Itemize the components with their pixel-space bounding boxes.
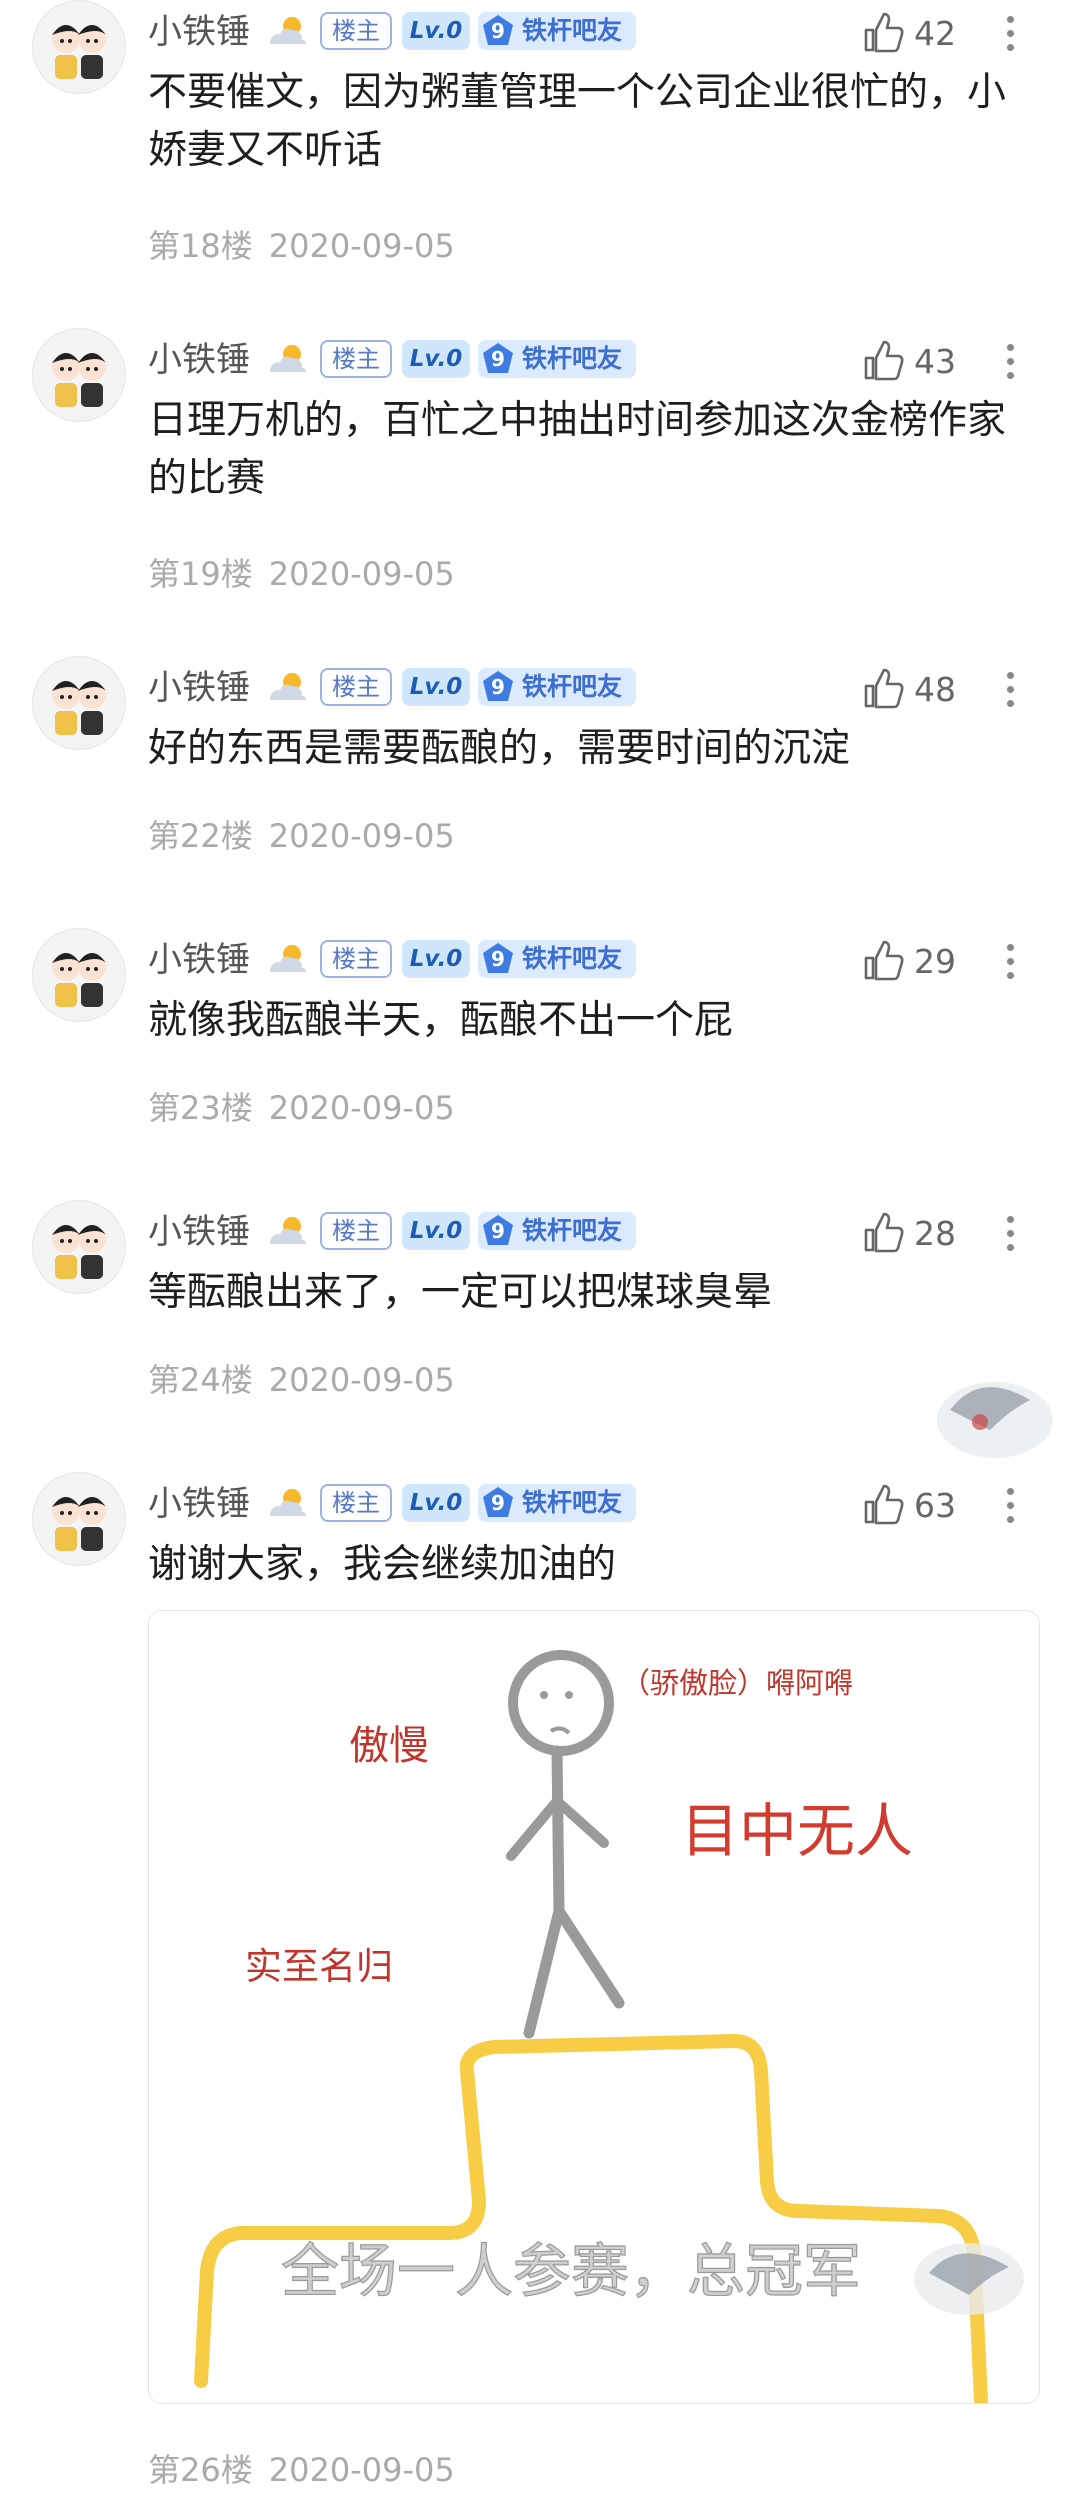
floor-number: 第26楼 [148, 2451, 253, 2489]
post-meta: 第18楼 2020-09-05 [148, 226, 455, 266]
more-options-icon[interactable] [1004, 940, 1016, 984]
owner-badge: 楼主 [320, 340, 392, 378]
floor-number: 第24楼 [148, 1361, 253, 1399]
more-options-icon[interactable] [1004, 1484, 1016, 1528]
avatar[interactable] [32, 1200, 126, 1294]
owner-badge: 楼主 [320, 940, 392, 978]
owner-badge: 楼主 [320, 12, 392, 50]
fan-badge: 9 铁杆吧友 [478, 940, 636, 978]
avatar[interactable] [32, 928, 126, 1022]
owner-badge: 楼主 [320, 1484, 392, 1522]
label-deserved: 实至名归 [245, 1946, 393, 1987]
watermark-logo [937, 1382, 1053, 1458]
sun-cloud-icon [270, 945, 306, 972]
fan-level: 9 [491, 347, 505, 371]
level-badge: Lv.0 [402, 668, 470, 706]
more-options-icon[interactable] [1004, 12, 1016, 56]
username[interactable]: 小铁锤 [148, 1484, 250, 1524]
post-meta: 第24楼 2020-09-05 [148, 1360, 455, 1400]
thumbs-up-icon[interactable] [862, 338, 906, 382]
like-count: 43 [914, 342, 956, 381]
post-date: 2020-09-05 [268, 555, 455, 593]
fan-badge-label: 铁杆吧友 [522, 672, 623, 701]
sun-cloud-icon [270, 673, 306, 700]
fan-badge: 9 铁杆吧友 [478, 1212, 636, 1250]
fan-badge-label: 铁杆吧友 [522, 16, 623, 45]
post-content: 好的东西是需要酝酿的，需要时间的沉淀 [148, 726, 851, 771]
post-content: 不要催文，因为粥董管理一个公司企业很忙的，小娇妻又不听话 [148, 70, 1007, 173]
post-content: 就像我酝酿半天，酝酿不出一个屁 [148, 998, 734, 1043]
more-options-icon[interactable] [1004, 668, 1016, 712]
sun-cloud-icon [270, 345, 306, 372]
level-badge: Lv.0 [402, 12, 470, 50]
fan-level: 9 [491, 947, 505, 971]
label-proud-face: （骄傲脸）嘚阿嘚 [621, 1667, 853, 1700]
username[interactable]: 小铁锤 [148, 340, 250, 380]
fan-badge: 9 铁杆吧友 [478, 668, 636, 706]
image-caption: 全场一人参赛，总冠军 [281, 2239, 861, 2304]
fan-level: 9 [491, 1219, 505, 1243]
like-count: 48 [914, 670, 956, 709]
like-count: 28 [914, 1214, 956, 1253]
like-count: 63 [914, 1486, 956, 1525]
fan-badge: 9 铁杆吧友 [478, 1484, 636, 1522]
fan-badge-label: 铁杆吧友 [522, 344, 623, 373]
owner-badge: 楼主 [320, 1212, 392, 1250]
sun-cloud-icon [270, 17, 306, 44]
like-count: 42 [914, 14, 956, 53]
post-content: 日理万机的，百忙之中抽出时间参加这次金榜作家的比赛 [148, 398, 1007, 501]
post-meta: 第23楼 2020-09-05 [148, 1088, 455, 1128]
fan-level: 9 [491, 675, 505, 699]
label-arrogant: 傲慢 [349, 1724, 429, 1768]
fan-level: 9 [491, 19, 505, 43]
thumbs-up-icon[interactable] [862, 666, 906, 710]
sun-cloud-icon [270, 1217, 306, 1244]
level-badge: Lv.0 [402, 1484, 470, 1522]
thumbs-up-icon[interactable] [862, 10, 906, 54]
label-nobody: 目中无人 [681, 1799, 913, 1864]
owner-badge: 楼主 [320, 668, 392, 706]
post-date: 2020-09-05 [268, 1089, 455, 1127]
avatar[interactable] [32, 1472, 126, 1566]
username[interactable]: 小铁锤 [148, 1212, 250, 1252]
more-options-icon[interactable] [1004, 1212, 1016, 1256]
thumbs-up-icon[interactable] [862, 1482, 906, 1526]
fan-badge-label: 铁杆吧友 [522, 1488, 623, 1517]
thumbs-up-icon[interactable] [862, 938, 906, 982]
post-date: 2020-09-05 [268, 817, 455, 855]
post-date: 2020-09-05 [268, 227, 455, 265]
floor-number: 第19楼 [148, 555, 253, 593]
more-options-icon[interactable] [1004, 340, 1016, 384]
post-meta: 第22楼 2020-09-05 [148, 816, 455, 856]
avatar[interactable] [32, 0, 126, 94]
level-badge: Lv.0 [402, 940, 470, 978]
thumbs-up-icon[interactable] [862, 1210, 906, 1254]
fan-level: 9 [491, 1491, 505, 1515]
level-badge: Lv.0 [402, 1212, 470, 1250]
username[interactable]: 小铁锤 [148, 12, 250, 52]
username[interactable]: 小铁锤 [148, 668, 250, 708]
post-content: 谢谢大家，我会继续加油的 [148, 1542, 617, 1587]
fan-badge-label: 铁杆吧友 [522, 944, 623, 973]
fan-badge: 9 铁杆吧友 [478, 340, 636, 378]
fan-badge: 9 铁杆吧友 [478, 12, 636, 50]
sun-cloud-icon [270, 1489, 306, 1516]
avatar[interactable] [32, 656, 126, 750]
username[interactable]: 小铁锤 [148, 940, 250, 980]
like-count: 29 [914, 942, 956, 981]
post-date: 2020-09-05 [268, 2451, 455, 2489]
post-meta: 第26楼 2020-09-05 [148, 2450, 455, 2490]
post-content: 等酝酿出来了，一定可以把煤球臭晕 [148, 1270, 773, 1315]
post-meta: 第19楼 2020-09-05 [148, 554, 455, 594]
podium-drawing: （骄傲脸）嘚阿嘚 傲慢 目中无人 实至名归 全场一人参赛，总冠军 [194, 1650, 1024, 2403]
fan-badge-label: 铁杆吧友 [522, 1216, 623, 1245]
post-image[interactable]: （骄傲脸）嘚阿嘚 傲慢 目中无人 实至名归 全场一人参赛，总冠军 [148, 1610, 1040, 2404]
level-badge: Lv.0 [402, 340, 470, 378]
avatar[interactable] [32, 328, 126, 422]
post-date: 2020-09-05 [268, 1361, 455, 1399]
floor-number: 第22楼 [148, 817, 253, 855]
floor-number: 第23楼 [148, 1089, 253, 1127]
floor-number: 第18楼 [148, 227, 253, 265]
